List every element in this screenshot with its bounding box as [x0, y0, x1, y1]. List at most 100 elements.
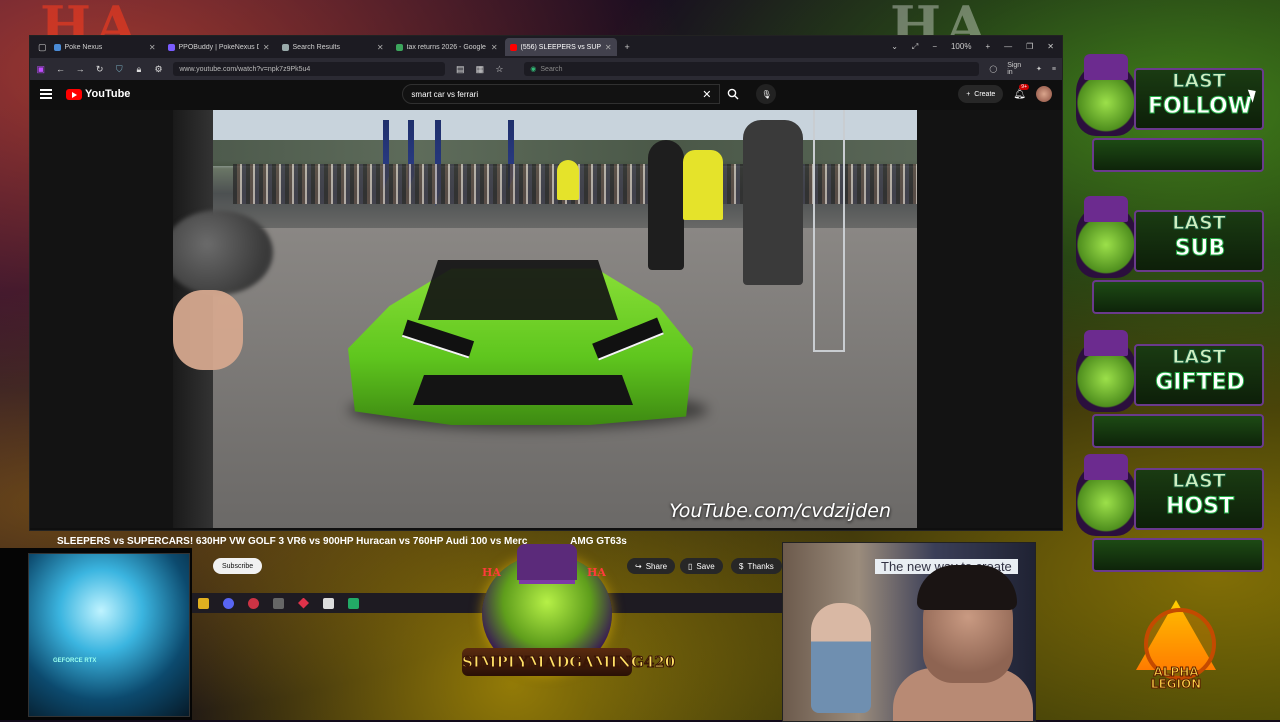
close-icon[interactable]: ✕	[263, 43, 270, 52]
close-icon[interactable]: ✕	[605, 43, 612, 52]
zoom-out-icon[interactable]: −	[932, 42, 937, 52]
close-icon[interactable]: ✕	[149, 43, 156, 52]
video-title-text: SLEEPERS vs SUPERCARS! 630HP VW GOLF 3 V…	[57, 536, 528, 547]
app-icon[interactable]	[298, 597, 309, 609]
player-right-margin	[917, 110, 1062, 528]
tab-list-icon[interactable]: ▢	[38, 42, 47, 53]
tab-google[interactable]: tax returns 2026 - Google Sear ✕	[391, 38, 503, 56]
alert-last-gifted: LAST GIFTED	[1074, 330, 1264, 452]
save-icon: ▯	[688, 561, 693, 571]
guide-menu-icon[interactable]	[40, 89, 52, 99]
alert-line2: HOST	[1166, 494, 1235, 520]
clear-search-icon[interactable]: ✕	[702, 88, 711, 101]
tab-search-results[interactable]: Search Results ✕	[277, 38, 389, 56]
avatar[interactable]	[1036, 86, 1052, 102]
youtube-header-actions: + Create 🔔︎ 9+	[958, 83, 1052, 103]
screenshot-icon[interactable]: ▦	[475, 64, 485, 75]
mascot-logo: HA HA SIMPLYMADGAMING420	[462, 544, 676, 694]
close-icon[interactable]: ✕	[491, 43, 498, 52]
video-watermark: YouTube.com/cvdzijden	[669, 500, 891, 522]
alert-last-follow: LAST FOLLOW	[1074, 54, 1264, 176]
create-button[interactable]: + Create	[958, 85, 1004, 103]
app-icon[interactable]	[273, 597, 284, 609]
close-window-icon[interactable]: ✕	[1047, 42, 1054, 52]
shield-icon[interactable]: ⛉	[115, 64, 125, 75]
search-placeholder: Search	[540, 65, 563, 73]
app-icon[interactable]	[248, 597, 259, 609]
reload-icon[interactable]: ↻	[95, 64, 105, 75]
zoom-level[interactable]: 100%	[951, 42, 971, 52]
new-tab-button[interactable]: +	[625, 42, 630, 52]
video-player[interactable]: YouTube.com/cvdzijden	[173, 110, 917, 528]
tab-label: Poke Nexus	[64, 43, 103, 51]
joker-hat-icon	[1084, 330, 1128, 356]
alert-line1: LAST	[1172, 212, 1226, 235]
close-icon[interactable]: ✕	[377, 43, 384, 52]
joker-hat-icon	[517, 544, 577, 580]
zoom-in-icon[interactable]: +	[985, 42, 990, 52]
tab-label: PPOBuddy | PokeNexus Databa	[178, 43, 259, 51]
video-person	[648, 140, 684, 270]
bookmark-star-icon[interactable]: ☆	[495, 64, 505, 75]
site-settings-icon[interactable]: ⚙	[154, 64, 164, 75]
microphone-icon[interactable]: 🎙︎	[756, 84, 777, 104]
account-icon[interactable]: ◯	[989, 65, 997, 73]
alert-line1: LAST	[1172, 346, 1226, 369]
share-label: Share	[645, 561, 668, 571]
alert-last-host: LAST HOST	[1074, 454, 1264, 576]
search-button[interactable]	[720, 84, 746, 104]
thanks-button[interactable]: $ Thanks	[731, 558, 782, 574]
alert-line2: GIFTED	[1155, 370, 1246, 396]
notifications-bell-icon[interactable]: 🔔︎ 9+	[1013, 83, 1029, 100]
mascot-laugh-left: HA	[482, 566, 501, 579]
extensions-icon[interactable]: ✦	[1036, 65, 1042, 73]
tab-label: Search Results	[292, 43, 340, 51]
share-button[interactable]: ↪ Share	[627, 558, 676, 574]
back-icon[interactable]: ←	[56, 64, 66, 74]
thanks-label: Thanks	[747, 561, 774, 571]
forward-icon[interactable]: →	[75, 64, 85, 74]
youtube-logo[interactable]: YouTube	[66, 88, 130, 100]
webcam-streamer-hair	[917, 565, 1017, 610]
reader-icon[interactable]: ▤	[455, 64, 465, 75]
discord-icon[interactable]	[223, 597, 234, 609]
alert-name-box	[1092, 138, 1264, 172]
restore-icon[interactable]: ❐	[1026, 42, 1033, 52]
lock-icon[interactable]: 🔒︎	[134, 64, 144, 75]
webcam-person-background	[811, 603, 871, 713]
alert-line2: FOLLOW	[1148, 94, 1253, 120]
alert-line1: LAST	[1172, 470, 1226, 493]
subscribe-button[interactable]: Subscribe	[213, 558, 263, 574]
youtube-logo-text: YouTube	[85, 88, 131, 100]
mascot-name: SIMPLYMADGAMING420	[462, 648, 676, 676]
tab-poke-nexus[interactable]: Poke Nexus ✕	[49, 38, 161, 56]
expand-icon[interactable]: ⤢	[912, 42, 918, 52]
sidebar-toggle-icon[interactable]: ▣	[36, 64, 46, 75]
file-explorer-icon[interactable]	[198, 597, 209, 609]
chevron-down-icon[interactable]: ⌄	[891, 42, 898, 52]
alert-name-box	[1092, 538, 1264, 572]
url-text: www.youtube.com/watch?v=npk7z9Pk5u4	[179, 65, 311, 73]
alert-name-box	[1092, 280, 1264, 314]
poke-nexus-favicon-icon	[53, 43, 61, 51]
video-person	[743, 120, 803, 285]
tab-ppobuddy[interactable]: PPOBuddy | PokeNexus Databa ✕	[163, 38, 275, 56]
search-favicon-icon	[281, 43, 289, 51]
browser-search-box[interactable]: ◉ Search	[524, 62, 980, 76]
youtube-header: YouTube smart car vs ferrari ✕ 🎙︎ + Crea…	[30, 80, 1062, 108]
app-icon[interactable]	[348, 597, 359, 609]
app-icon[interactable]	[323, 597, 334, 609]
youtube-search-input[interactable]: smart car vs ferrari ✕	[402, 84, 721, 104]
navigation-bar: ▣ ← → ↻ ⛉ 🔒︎ ⚙ www.youtube.com/watch?v=n…	[30, 58, 1062, 80]
tab-youtube[interactable]: (556) SLEEPERS vs SUPERC ✕	[504, 38, 617, 56]
sign-in-link[interactable]: Sign in	[1007, 62, 1026, 76]
search-icon: ◉	[530, 66, 537, 73]
youtube-favicon-icon	[509, 43, 517, 51]
minimize-icon[interactable]: —	[1004, 42, 1012, 52]
search-icon	[728, 88, 739, 100]
url-bar[interactable]: www.youtube.com/watch?v=npk7z9Pk5u4	[173, 62, 446, 76]
joker-hat-icon	[1084, 454, 1128, 480]
hamburger-menu-icon[interactable]: ≡	[1052, 66, 1056, 73]
notification-count-badge: 9+	[1019, 83, 1029, 90]
save-button[interactable]: ▯ Save	[680, 558, 723, 574]
